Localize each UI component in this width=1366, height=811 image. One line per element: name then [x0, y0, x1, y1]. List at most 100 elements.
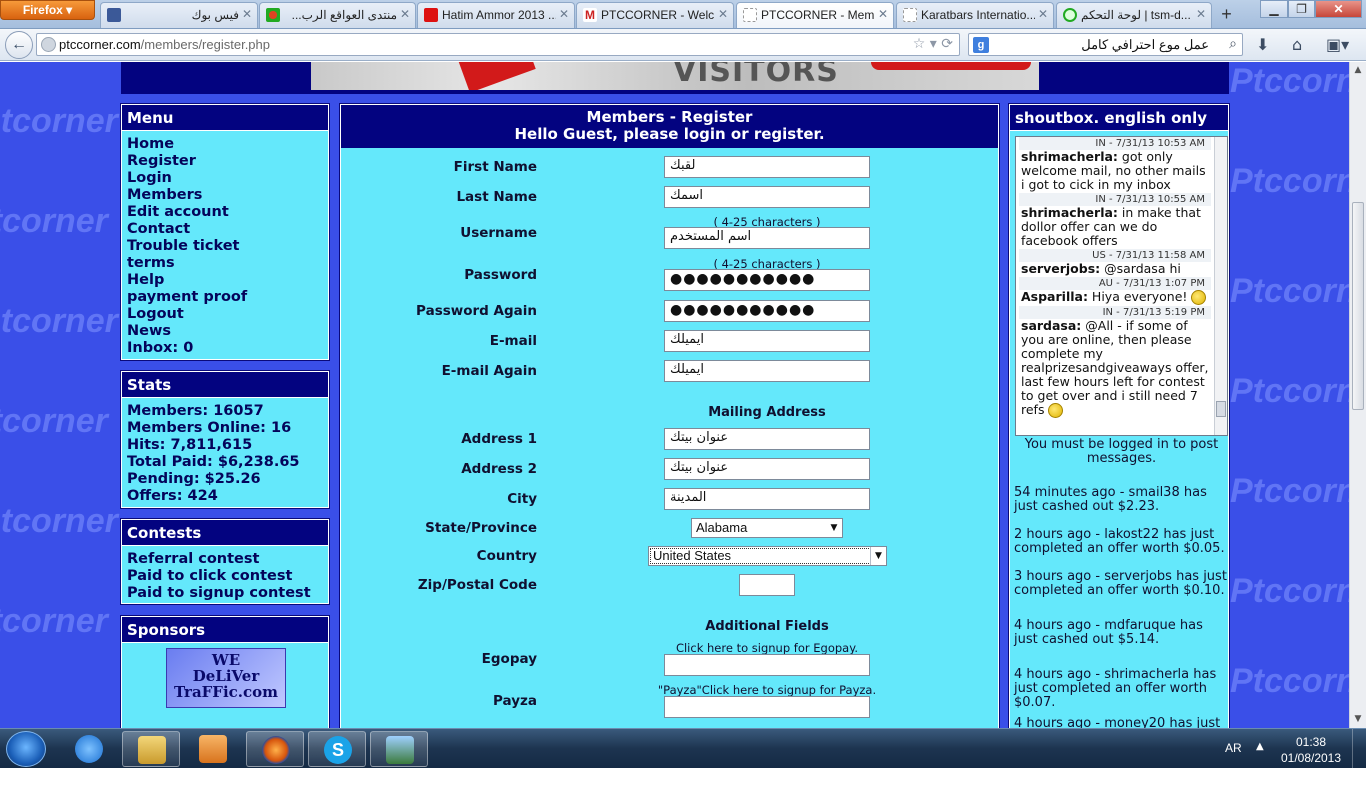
- green-circle-icon: [1063, 8, 1077, 22]
- menu-item-members[interactable]: Members: [127, 187, 323, 204]
- photo-viewer-taskbar-button[interactable]: [370, 731, 428, 767]
- password-again-field[interactable]: ●●●●●●●●●●●: [664, 300, 870, 322]
- tab-ptccorner-members[interactable]: PTCCORNER - Mem... ✕: [736, 2, 894, 28]
- menu-item-register[interactable]: Register: [127, 153, 323, 170]
- tab-close-icon[interactable]: ✕: [1196, 7, 1206, 21]
- address1-field[interactable]: عنوان بيتك: [664, 428, 870, 450]
- search-icon[interactable]: ⌕: [1229, 36, 1237, 52]
- egopay-signup-link[interactable]: Click here to signup for Egopay.: [664, 641, 870, 655]
- payza-signup-link[interactable]: "Payza"Click here to signup for Payza.: [641, 683, 893, 697]
- firefox-taskbar-button[interactable]: [246, 731, 304, 767]
- smiley-icon: [1191, 290, 1207, 305]
- internet-explorer-taskbar-button[interactable]: [60, 731, 118, 767]
- city-field[interactable]: المدينة: [664, 488, 870, 510]
- menu-item-login[interactable]: Login: [127, 170, 323, 187]
- email-field[interactable]: ايميلك: [664, 330, 870, 352]
- shout-user[interactable]: shrimacherla:: [1021, 149, 1118, 164]
- activity-item: 2 hours ago - lakost22 has just complete…: [1014, 527, 1225, 556]
- back-button[interactable]: ←: [5, 31, 33, 59]
- shout-user[interactable]: Asparilla:: [1021, 289, 1088, 304]
- shout-message: IN - 7/31/13 10:55 AM shrimacherla: in m…: [1016, 193, 1214, 249]
- stats-title: Stats: [122, 372, 328, 398]
- username-field[interactable]: اسم المستخدم: [664, 227, 870, 249]
- contest-referral[interactable]: Referral contest: [127, 551, 323, 568]
- explorer-taskbar-button[interactable]: [122, 731, 180, 767]
- menu-item-payment-proof[interactable]: payment proof: [127, 289, 323, 306]
- menu-item-news[interactable]: News: [127, 323, 323, 340]
- password-again-label: Password Again: [416, 303, 537, 319]
- state-select[interactable]: Alabama ▼: [691, 518, 843, 538]
- page-viewport: ptcorner ptcorner ptcorner ptcorner ptco…: [0, 62, 1349, 728]
- tab-close-icon[interactable]: ✕: [242, 7, 252, 21]
- language-indicator[interactable]: AR: [1225, 741, 1242, 755]
- banner-ad[interactable]: VISITORS: [311, 62, 1039, 90]
- tab-close-icon[interactable]: ✕: [400, 7, 410, 21]
- menu-item-edit-account[interactable]: Edit account: [127, 204, 323, 221]
- scroll-down-arrow-icon[interactable]: ▼: [1350, 711, 1366, 727]
- page-scrollbar[interactable]: ▲ ▼: [1349, 62, 1366, 728]
- search-bar[interactable]: g عمل موع احترافي كامل ⌕: [968, 33, 1243, 56]
- screen: { "browser": { "app_button": "Firefox", …: [0, 0, 1366, 811]
- globe-icon: [41, 37, 56, 52]
- bookmark-star-icon[interactable]: ☆ ▾ ⟳: [913, 36, 953, 52]
- shout-user[interactable]: sardasa:: [1021, 318, 1081, 333]
- tab-close-icon[interactable]: ✕: [1038, 7, 1048, 21]
- downloads-icon[interactable]: ⬇: [1256, 35, 1269, 54]
- tab-facebook[interactable]: فيس بوك ✕: [100, 2, 258, 28]
- tab-karatbars[interactable]: Karatbars Internatio... ✕: [896, 2, 1054, 28]
- country-select[interactable]: United States ▼: [648, 546, 887, 566]
- tab-forum[interactable]: منتدى العواقع الرب... ✕: [259, 2, 416, 28]
- search-input[interactable]: عمل موع احترافي كامل: [1009, 37, 1209, 53]
- email-again-field[interactable]: ايميلك: [664, 360, 870, 382]
- bookmarks-icon[interactable]: ▣▾: [1326, 35, 1349, 54]
- shoutbox-messages[interactable]: IN - 7/31/13 10:53 AM shrimacherla: got …: [1015, 136, 1228, 436]
- contest-paid-to-click[interactable]: Paid to click contest: [127, 568, 323, 585]
- shout-user[interactable]: shrimacherla:: [1021, 205, 1118, 220]
- gmail-icon: M: [583, 8, 597, 22]
- restore-button[interactable]: ❐: [1288, 0, 1315, 18]
- page-scroll-thumb[interactable]: [1352, 202, 1364, 410]
- close-window-button[interactable]: ✕: [1315, 0, 1362, 18]
- password-field[interactable]: ●●●●●●●●●●●: [664, 269, 870, 291]
- shoutbox-scrollbar[interactable]: [1214, 137, 1227, 435]
- last-name-field[interactable]: اسمك: [664, 186, 870, 208]
- menu-item-inbox[interactable]: Inbox: 0: [127, 340, 323, 357]
- menu-item-home[interactable]: Home: [127, 136, 323, 153]
- scroll-up-arrow-icon[interactable]: ▲: [1350, 62, 1366, 78]
- tray-expand-icon[interactable]: ▲: [1256, 741, 1264, 752]
- first-name-field[interactable]: لقبك: [664, 156, 870, 178]
- menu-item-logout[interactable]: Logout: [127, 306, 323, 323]
- show-desktop-button[interactable]: [1352, 729, 1366, 769]
- shoutbox-scroll-thumb[interactable]: [1216, 401, 1226, 417]
- address2-field[interactable]: عنوان بيتك: [664, 458, 870, 480]
- tab-gmail[interactable]: M PTCCORNER - Welc... ✕: [576, 2, 734, 28]
- system-clock[interactable]: 01:38 01/08/2013: [1276, 734, 1346, 766]
- menu-item-terms[interactable]: terms: [127, 255, 323, 272]
- zip-field[interactable]: [739, 574, 795, 596]
- egopay-field[interactable]: [664, 654, 870, 676]
- payza-field[interactable]: [664, 696, 870, 718]
- email-again-label: E-mail Again: [441, 363, 537, 379]
- shout-message: AU - 7/31/13 1:07 PM Asparilla: Hiya eve…: [1016, 277, 1214, 306]
- windows-start-icon[interactable]: [6, 731, 46, 767]
- google-icon[interactable]: g: [973, 37, 989, 53]
- tab-control-panel[interactable]: لوحة التحكم | tsm-d... ✕: [1056, 2, 1212, 28]
- login-to-post-note: You must be logged in to post messages.: [1024, 437, 1219, 466]
- sponsor-logo[interactable]: WE DeLiVer TraFFic.com: [166, 648, 286, 708]
- firefox-menu-button[interactable]: Firefox ▾: [0, 0, 95, 20]
- shout-user[interactable]: serverjobs:: [1021, 261, 1100, 276]
- media-player-taskbar-button[interactable]: [184, 731, 242, 767]
- tab-close-icon[interactable]: ✕: [878, 7, 888, 21]
- menu-item-trouble-ticket[interactable]: Trouble ticket: [127, 238, 323, 255]
- new-tab-button[interactable]: +: [1213, 3, 1240, 26]
- home-icon[interactable]: ⌂: [1292, 35, 1302, 54]
- minimize-button[interactable]: ▁: [1260, 0, 1288, 18]
- contest-paid-to-signup[interactable]: Paid to signup contest: [127, 585, 323, 602]
- tab-close-icon[interactable]: ✕: [718, 7, 728, 21]
- tab-close-icon[interactable]: ✕: [559, 7, 569, 21]
- address-bar[interactable]: ptccorner.com/members/register.php ☆ ▾ ⟳: [36, 33, 960, 56]
- tab-youtube[interactable]: Hatim Ammor 2013 ... ✕: [417, 2, 575, 28]
- menu-item-contact[interactable]: Contact: [127, 221, 323, 238]
- menu-item-help[interactable]: Help: [127, 272, 323, 289]
- skype-taskbar-button[interactable]: S: [308, 731, 366, 767]
